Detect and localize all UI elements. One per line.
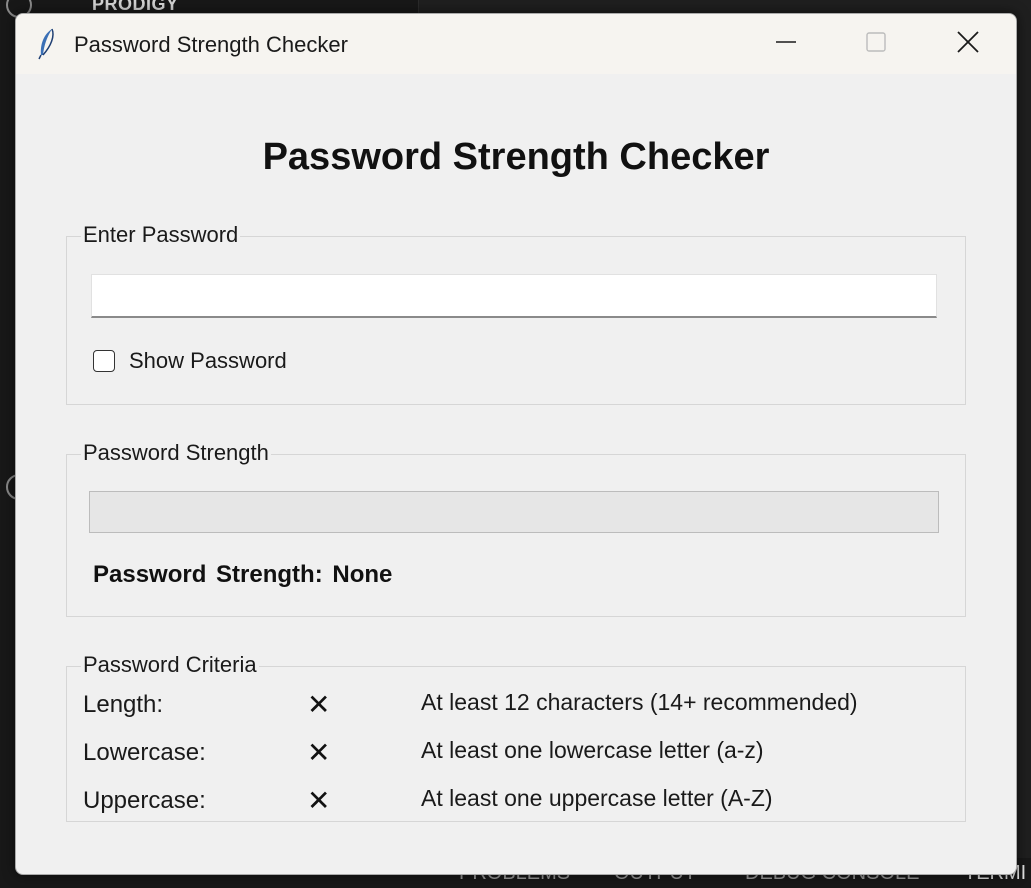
criteria-description: At least 12 characters (14+ recommended)	[421, 689, 858, 715]
password-input[interactable]	[91, 274, 937, 318]
criteria-description: At least one lowercase letter (a-z)	[421, 737, 764, 763]
criteria-name: Uppercase:	[83, 787, 206, 814]
show-password-checkbox[interactable]	[93, 350, 115, 372]
maximize-button[interactable]	[831, 14, 921, 70]
minimize-icon	[776, 41, 796, 43]
close-button[interactable]	[923, 14, 1013, 70]
criteria-description: At least one uppercase letter (A-Z)	[421, 785, 773, 811]
group-label-password-strength: Password Strength	[81, 440, 271, 466]
title-bar[interactable]: Password Strength Checker	[16, 14, 1016, 74]
password-criteria-group: Password Criteria Length: ✕ At least 12 …	[66, 652, 966, 822]
app-window: Password Strength Checker Password Stren…	[15, 13, 1017, 875]
show-password-label[interactable]: Show Password	[129, 348, 287, 374]
strength-status-text: Password Strength: None	[93, 561, 393, 588]
close-icon	[957, 31, 979, 53]
criteria-name: Lowercase:	[83, 739, 206, 766]
password-strength-group: Password Strength Password Strength: Non…	[66, 440, 966, 617]
minimize-button[interactable]	[741, 14, 831, 70]
criteria-fail-icon: ✕	[307, 689, 331, 720]
enter-password-group: Enter Password Show Password	[66, 222, 966, 405]
criteria-row-lowercase: Lowercase: ✕ At least one lowercase lett…	[67, 729, 965, 769]
criteria-row-uppercase: Uppercase: ✕ At least one uppercase lett…	[67, 777, 965, 817]
group-label-enter-password: Enter Password	[81, 222, 241, 248]
criteria-fail-icon: ✕	[307, 785, 331, 816]
criteria-row-length: Length: ✕ At least 12 characters (14+ re…	[67, 681, 965, 721]
page-title: Password Strength Checker	[262, 136, 770, 178]
criteria-fail-icon: ✕	[307, 737, 331, 768]
group-label-password-criteria: Password Criteria	[81, 652, 259, 678]
window-title: Password Strength Checker	[74, 32, 348, 57]
maximize-icon	[866, 32, 886, 52]
feather-icon	[38, 28, 54, 60]
criteria-name: Length:	[83, 691, 164, 718]
strength-progress-bar	[89, 491, 939, 533]
